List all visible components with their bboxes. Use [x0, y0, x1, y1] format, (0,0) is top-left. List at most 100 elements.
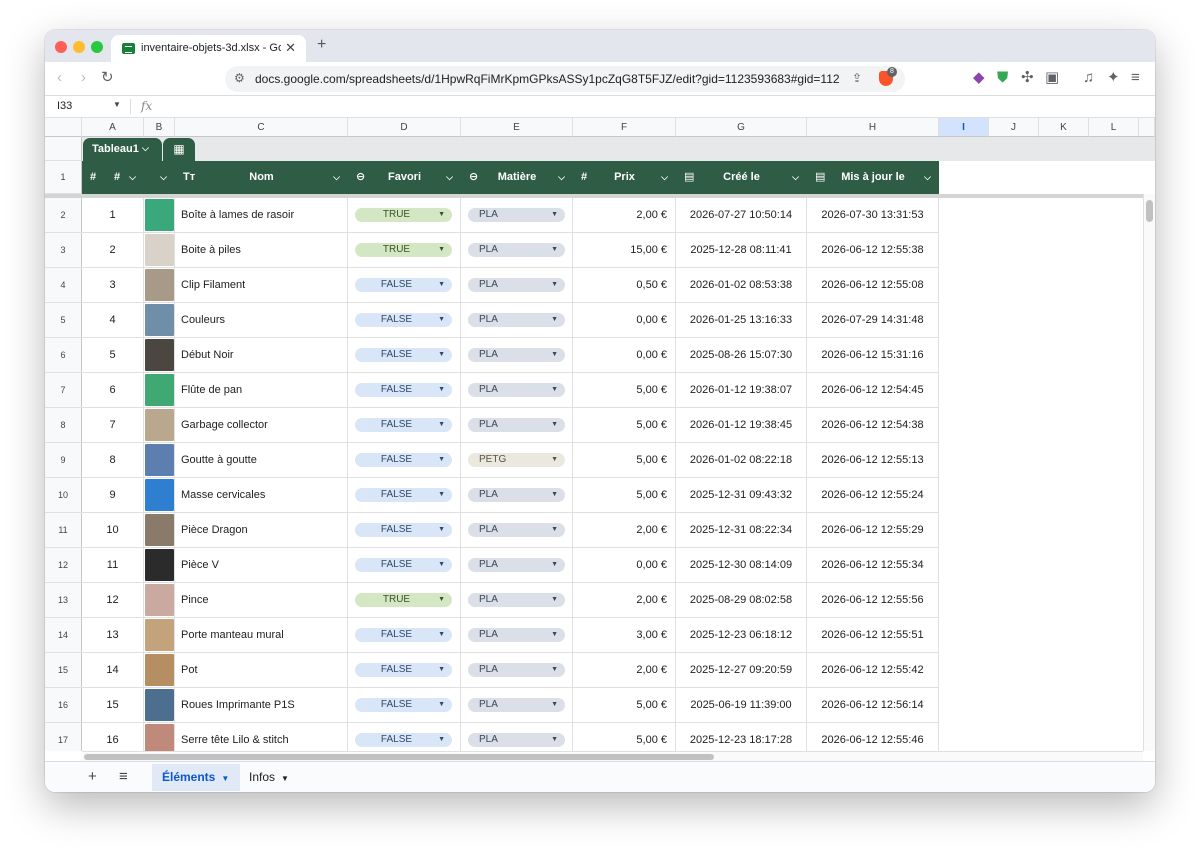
cell-image[interactable]	[144, 338, 175, 373]
favori-dropdown-chip[interactable]: FALSE ▼	[355, 558, 452, 572]
cell-number[interactable]: 9	[82, 478, 144, 513]
favori-dropdown-chip[interactable]: FALSE ▼	[355, 383, 452, 397]
cell-prix[interactable]: 0,00 €	[573, 338, 676, 373]
cell-matiere[interactable]: PLA ▼	[461, 653, 573, 688]
cell-cree-le[interactable]: 2026-01-02 08:22:18	[676, 443, 807, 478]
cell-number[interactable]: 3	[82, 268, 144, 303]
cell-number[interactable]: 10	[82, 513, 144, 548]
column-header-h[interactable]: H	[807, 118, 939, 137]
all-sheets-icon[interactable]: ≡	[119, 768, 128, 785]
matiere-dropdown-chip[interactable]: PLA ▼	[468, 278, 565, 292]
menu-icon[interactable]: ≡	[1131, 70, 1140, 86]
cell-favori[interactable]: TRUE ▼	[348, 198, 461, 233]
cell-cree-le[interactable]: 2025-12-27 09:20:59	[676, 653, 807, 688]
column-menu-chevron-icon[interactable]: ⌵	[924, 161, 931, 194]
matiere-dropdown-chip[interactable]: PLA ▼	[468, 733, 565, 747]
cell-prix[interactable]: 3,00 €	[573, 618, 676, 653]
cell-cree-le[interactable]: 2025-12-23 18:17:28	[676, 723, 807, 751]
browser-tab[interactable]: inventaire-objets-3d.xlsx - Go ✕	[111, 35, 306, 62]
favori-dropdown-chip[interactable]: FALSE ▼	[355, 313, 452, 327]
sheet-tab-elements[interactable]: Éléments ▼	[152, 764, 240, 791]
matiere-dropdown-chip[interactable]: PLA ▼	[468, 383, 565, 397]
cell-image[interactable]	[144, 233, 175, 268]
matiere-dropdown-chip[interactable]: PLA ▼	[468, 558, 565, 572]
close-tab-icon[interactable]: ✕	[285, 40, 296, 56]
cell-favori[interactable]: FALSE ▼	[348, 338, 461, 373]
cell-matiere[interactable]: PLA ▼	[461, 583, 573, 618]
cell-cree-le[interactable]: 2026-01-02 08:53:38	[676, 268, 807, 303]
cell-favori[interactable]: FALSE ▼	[348, 688, 461, 723]
column-header-g[interactable]: G	[676, 118, 807, 137]
minimize-window-button[interactable]	[73, 41, 85, 53]
cell-number[interactable]: 8	[82, 443, 144, 478]
address-bar[interactable]: ⚙ docs.google.com/spreadsheets/d/1HpwRqF…	[225, 66, 905, 92]
cell-prix[interactable]: 2,00 €	[573, 653, 676, 688]
cell-favori[interactable]: FALSE ▼	[348, 478, 461, 513]
cell-number[interactable]: 13	[82, 618, 144, 653]
cell-nom[interactable]: Serre tête Lilo & stitch	[175, 723, 348, 751]
cell-image[interactable]	[144, 723, 175, 751]
column-header-j[interactable]: J	[989, 118, 1039, 137]
cell-cree-le[interactable]: 2026-01-12 19:38:07	[676, 373, 807, 408]
cell-image[interactable]	[144, 198, 175, 233]
table-view-icon[interactable]: ▦	[163, 138, 195, 161]
cell-number[interactable]: 7	[82, 408, 144, 443]
column-menu-chevron-icon[interactable]: ⌵	[333, 161, 340, 194]
cell-image[interactable]	[144, 653, 175, 688]
header-cell-d[interactable]: ⊖ Favori ⌵	[348, 161, 461, 194]
cell-image[interactable]	[144, 373, 175, 408]
cell-cree-le[interactable]: 2025-12-31 08:22:34	[676, 513, 807, 548]
header-cell-g[interactable]: ▤ Créé le ⌵	[676, 161, 807, 194]
cell-matiere[interactable]: PLA ▼	[461, 233, 573, 268]
matiere-dropdown-chip[interactable]: PLA ▼	[468, 663, 565, 677]
url-text[interactable]: docs.google.com/spreadsheets/d/1HpwRqFiM…	[255, 72, 840, 86]
sheet-tab-infos[interactable]: Infos ▼	[239, 764, 309, 791]
cell-number[interactable]: 1	[82, 198, 144, 233]
cell-prix[interactable]: 5,00 €	[573, 443, 676, 478]
cell-cree-le[interactable]: 2025-12-30 08:14:09	[676, 548, 807, 583]
cell-mis-a-jour-le[interactable]: 2026-06-12 12:55:34	[807, 548, 939, 583]
matiere-dropdown-chip[interactable]: PLA ▼	[468, 488, 565, 502]
cell-matiere[interactable]: PLA ▼	[461, 513, 573, 548]
matiere-dropdown-chip[interactable]: PETG ▼	[468, 453, 565, 467]
cell-matiere[interactable]: PLA ▼	[461, 688, 573, 723]
close-window-button[interactable]	[55, 41, 67, 53]
cell-nom[interactable]: Début Noir	[175, 338, 348, 373]
cell-number[interactable]: 14	[82, 653, 144, 688]
matiere-dropdown-chip[interactable]: PLA ▼	[468, 348, 565, 362]
cell-mis-a-jour-le[interactable]: 2026-07-30 13:31:53	[807, 198, 939, 233]
cell-mis-a-jour-le[interactable]: 2026-06-12 12:56:14	[807, 688, 939, 723]
column-header-b[interactable]: B	[144, 118, 175, 137]
cell-matiere[interactable]: PLA ▼	[461, 408, 573, 443]
matiere-dropdown-chip[interactable]: PLA ▼	[468, 313, 565, 327]
column-menu-chevron-icon[interactable]: ⌵	[661, 161, 668, 194]
row-header-1[interactable]: 1	[45, 161, 82, 194]
cell-prix[interactable]: 0,50 €	[573, 268, 676, 303]
column-header-c[interactable]: C	[175, 118, 348, 137]
cell-matiere[interactable]: PLA ▼	[461, 303, 573, 338]
cell-cree-le[interactable]: 2025-12-28 08:11:41	[676, 233, 807, 268]
cell-number[interactable]: 6	[82, 373, 144, 408]
cell-nom[interactable]: Flûte de pan	[175, 373, 348, 408]
header-cell-h[interactable]: ▤ Mis à jour le ⌵	[807, 161, 939, 194]
cell-prix[interactable]: 0,00 €	[573, 303, 676, 338]
cell-mis-a-jour-le[interactable]: 2026-06-12 12:55:08	[807, 268, 939, 303]
cell-prix[interactable]: 5,00 €	[573, 723, 676, 751]
vertical-scroll-thumb[interactable]	[1146, 200, 1153, 222]
cell-favori[interactable]: FALSE ▼	[348, 618, 461, 653]
cell-matiere[interactable]: PLA ▼	[461, 723, 573, 751]
cell-image[interactable]	[144, 408, 175, 443]
cell-number[interactable]: 5	[82, 338, 144, 373]
column-header-e[interactable]: E	[461, 118, 573, 137]
matiere-dropdown-chip[interactable]: PLA ▼	[468, 418, 565, 432]
back-icon[interactable]: ‹	[57, 70, 62, 86]
ai-sparkle-icon[interactable]: ✦	[1107, 70, 1120, 86]
cell-number[interactable]: 12	[82, 583, 144, 618]
cell-favori[interactable]: TRUE ▼	[348, 583, 461, 618]
cell-nom[interactable]: Pièce Dragon	[175, 513, 348, 548]
column-header-a[interactable]: A	[82, 118, 144, 137]
cell-nom[interactable]: Couleurs	[175, 303, 348, 338]
cell-number[interactable]: 15	[82, 688, 144, 723]
favori-dropdown-chip[interactable]: FALSE ▼	[355, 523, 452, 537]
cell-favori[interactable]: TRUE ▼	[348, 233, 461, 268]
